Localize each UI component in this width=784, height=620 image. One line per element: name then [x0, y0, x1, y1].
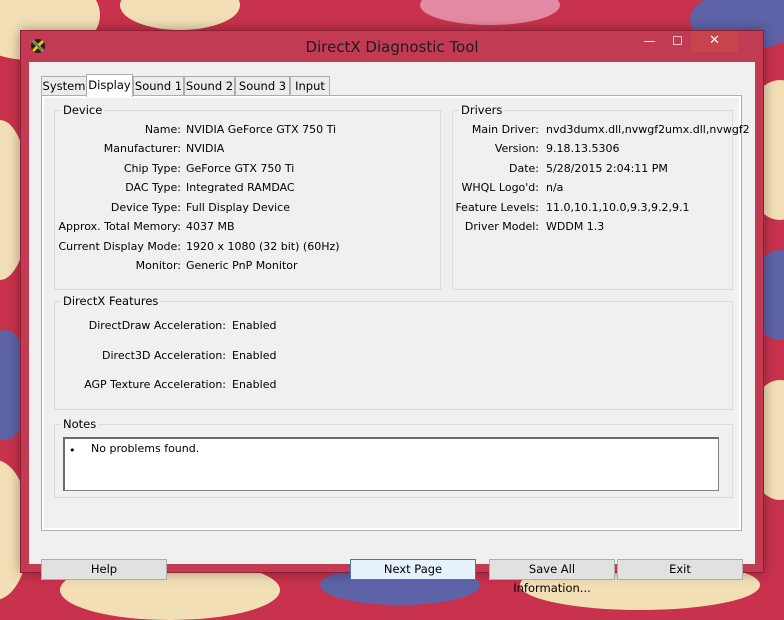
note-bullet: • [69, 444, 76, 457]
display-mode-value: 1920 x 1080 (32 bit) (60Hz) [186, 240, 340, 253]
direct3d-label: Direct3D Acceleration: [102, 349, 226, 362]
maximize-button[interactable]: ☐ [664, 31, 691, 52]
notes-title: Notes [61, 417, 99, 431]
drivers-row-feature-levels: Feature Levels: 11.0,10.1,10.0,9.3,9.2,9… [453, 201, 734, 217]
directdraw-label: DirectDraw Acceleration: [88, 319, 226, 332]
main-driver-value: nvd3dumx.dll,nvwgf2umx.dll,nvwgf2 [546, 123, 750, 136]
manufacturer-label: Manufacturer: [103, 142, 181, 155]
next-page-button[interactable]: Next Page [350, 559, 476, 580]
save-all-information-button[interactable]: Save All Information... [489, 559, 615, 595]
driver-model-value: WDDM 1.3 [546, 220, 605, 233]
help-button[interactable]: Help [41, 559, 167, 580]
version-label: Version: [494, 142, 539, 155]
feature-row-agp: AGP Texture Acceleration: Enabled [55, 378, 734, 394]
memory-value: 4037 MB [186, 220, 235, 233]
device-group-title: Device [61, 103, 105, 117]
dac-type-value: Integrated RAMDAC [186, 181, 295, 194]
drivers-row-whql: WHQL Logo'd: n/a [453, 181, 734, 197]
device-row-device-type: Device Type: Full Display Device [55, 201, 442, 217]
feature-row-direct3d: Direct3D Acceleration: Enabled [55, 349, 734, 365]
minimize-button[interactable]: — [635, 31, 664, 52]
agp-label: AGP Texture Acceleration: [84, 378, 226, 391]
main-driver-label: Main Driver: [471, 123, 539, 136]
drivers-group: Drivers Main Driver: nvd3dumx.dll,nvwgf2… [452, 103, 750, 290]
feature-row-directdraw: DirectDraw Acceleration: Enabled [55, 319, 734, 335]
chip-type-label: Chip Type: [123, 162, 181, 175]
notes-textbox[interactable]: • No problems found. [63, 437, 719, 491]
note-item: No problems found. [91, 442, 200, 455]
monitor-value: Generic PnP Monitor [186, 259, 298, 272]
manufacturer-value: NVIDIA [186, 142, 225, 155]
title-bar[interactable]: DirectX Diagnostic Tool — ☐ ✕ [21, 31, 763, 61]
tab-sound-1[interactable]: Sound 1 [133, 76, 184, 95]
device-name-label: Name: [144, 123, 181, 136]
direct3d-value: Enabled [232, 349, 277, 362]
tab-sound-2[interactable]: Sound 2 [184, 76, 235, 95]
close-button[interactable]: ✕ [691, 31, 738, 52]
device-type-value: Full Display Device [186, 201, 290, 214]
drivers-row-main-driver: Main Driver: nvd3dumx.dll,nvwgf2umx.dll,… [453, 123, 750, 139]
monitor-label: Monitor: [135, 259, 181, 272]
date-value: 5/28/2015 2:04:11 PM [546, 162, 668, 175]
device-type-label: Device Type: [110, 201, 181, 214]
directdraw-value: Enabled [232, 319, 277, 332]
directx-features-group: DirectX Features DirectDraw Acceleration… [54, 294, 734, 410]
version-value: 9.18.13.5306 [546, 142, 620, 155]
memory-label: Approx. Total Memory: [58, 220, 182, 233]
whql-value: n/a [546, 181, 564, 194]
drivers-row-date: Date: 5/28/2015 2:04:11 PM [453, 162, 734, 178]
dxdiag-window: DirectX Diagnostic Tool — ☐ ✕ System Dis… [20, 30, 764, 595]
drivers-row-driver-model: Driver Model: WDDM 1.3 [453, 220, 734, 236]
device-name-value: NVIDIA GeForce GTX 750 Ti [186, 123, 337, 136]
directx-features-title: DirectX Features [61, 294, 161, 308]
whql-label: WHQL Logo'd: [461, 181, 539, 194]
display-mode-label: Current Display Mode: [58, 240, 181, 253]
exit-button[interactable]: Exit [617, 559, 743, 580]
date-label: Date: [509, 162, 539, 175]
tab-display[interactable]: Display [86, 74, 133, 97]
client-area: System Display Sound 1 Sound 2 Sound 3 I… [29, 62, 755, 595]
device-row-dac-type: DAC Type: Integrated RAMDAC [55, 181, 442, 197]
drivers-group-title: Drivers [459, 103, 505, 117]
feature-levels-label: Feature Levels: [455, 201, 539, 214]
device-row-monitor: Monitor: Generic PnP Monitor [55, 259, 442, 275]
device-row-display-mode: Current Display Mode: 1920 x 1080 (32 bi… [55, 240, 442, 256]
chip-type-value: GeForce GTX 750 Ti [186, 162, 295, 175]
drivers-row-version: Version: 9.18.13.5306 [453, 142, 734, 158]
display-tab-panel: Device Name: NVIDIA GeForce GTX 750 Ti M… [41, 95, 750, 531]
agp-value: Enabled [232, 378, 277, 391]
driver-model-label: Driver Model: [464, 220, 539, 233]
feature-levels-value: 11.0,10.1,10.0,9.3,9.2,9.1 [546, 201, 690, 214]
device-row-chip-type: Chip Type: GeForce GTX 750 Ti [55, 162, 442, 178]
notes-group: Notes • No problems found. [54, 417, 733, 498]
tab-sound-3[interactable]: Sound 3 [235, 76, 290, 95]
device-row-manufacturer: Manufacturer: NVIDIA [55, 142, 442, 158]
dac-type-label: DAC Type: [125, 181, 181, 194]
device-row-memory: Approx. Total Memory: 4037 MB [55, 220, 442, 236]
tab-input[interactable]: Input [290, 76, 330, 95]
device-row-name: Name: NVIDIA GeForce GTX 750 Ti [55, 123, 442, 139]
tab-system[interactable]: System [41, 76, 87, 95]
device-group: Device Name: NVIDIA GeForce GTX 750 Ti M… [54, 103, 442, 290]
